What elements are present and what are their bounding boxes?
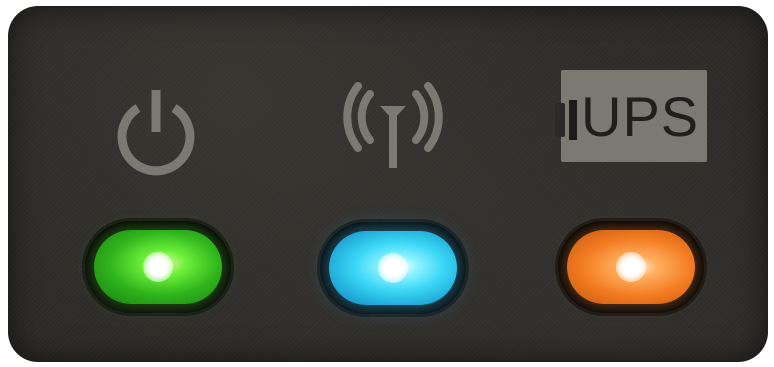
ups-badge-notch [555,103,565,137]
power-led [94,230,222,304]
battery-terminal-icon [569,100,577,140]
ups-led-glare [616,252,646,282]
power-led-housing [85,221,231,313]
power-led-glare [143,252,173,282]
ups-badge: UPS [555,70,707,162]
power-icon [117,90,195,176]
ups-led [567,230,695,304]
ups-led-housing [558,221,704,313]
photo-frame: UPS [0,0,774,367]
ups-label: UPS [581,85,700,148]
wireless-led-housing [320,222,466,314]
wireless-led [329,231,457,305]
device-front-panel: UPS [8,6,768,362]
wireless-antenna-icon [343,82,443,168]
wireless-led-glare [378,253,408,283]
